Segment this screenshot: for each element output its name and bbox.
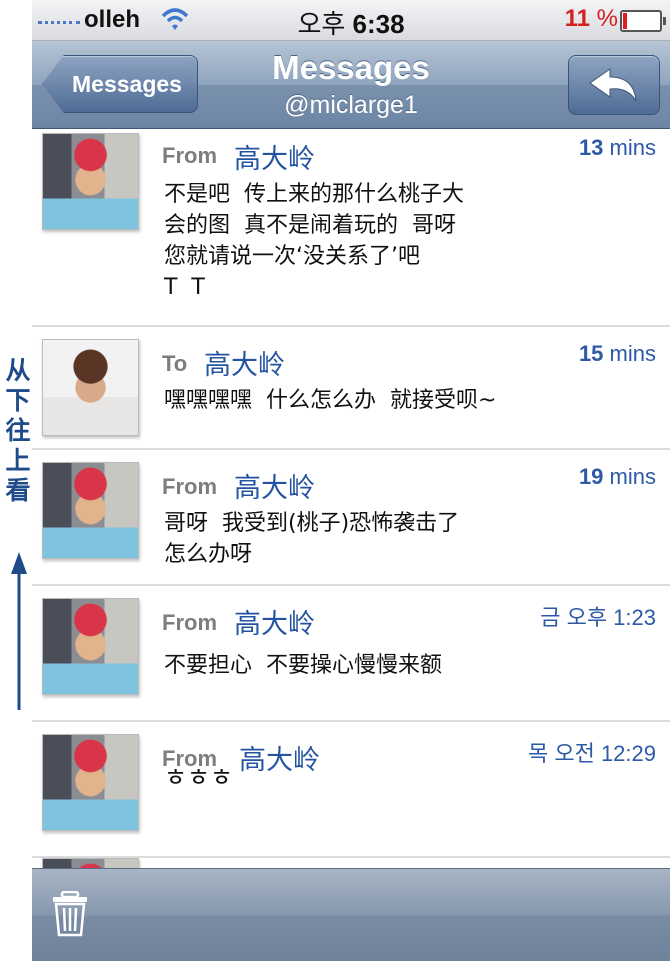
reply-button[interactable] xyxy=(568,55,660,115)
message-time: 목 오전 12:29 xyxy=(528,741,656,766)
battery-number: 11 xyxy=(564,5,590,32)
trash-icon[interactable] xyxy=(50,891,90,937)
message-direction: From xyxy=(162,610,217,635)
avatar xyxy=(42,133,139,230)
contact-name[interactable]: 高大岭 xyxy=(234,466,315,505)
message-row[interactable]: From 高大岭 금 오후 1:23 不要担心 不要操心慢慢来额 xyxy=(32,586,670,722)
message-time: 금 오후 1:23 xyxy=(540,605,656,630)
battery-fill xyxy=(623,13,627,29)
message-direction: To xyxy=(162,351,188,376)
status-bar: olleh 오후 6:38 11 % xyxy=(32,0,670,41)
nav-bar: Messages Messages @miclarge1 xyxy=(32,41,670,129)
annotation-margin: 从 下 往 上 看 xyxy=(0,0,32,960)
battery-icon xyxy=(620,10,666,32)
avatar xyxy=(42,339,139,436)
phone-screen: olleh 오후 6:38 11 % Messages Messages @mi… xyxy=(32,0,670,961)
message-text: ㅎㅎㅎ xyxy=(164,763,234,792)
message-text: 不要担心 不要操心慢慢来额 xyxy=(164,653,442,678)
contact-name[interactable]: 高大岭 xyxy=(234,137,315,176)
message-row[interactable]: From 高大岭 13 mins 不是吧 传上来的那什么桃子大 会的图 真不是闹… xyxy=(32,129,670,327)
message-text: 不是吧 传上来的那什么桃子大 会的图 真不是闹着玩的 哥呀 您就请说一次‘没关系… xyxy=(164,182,464,300)
annotation-char: 上 xyxy=(5,446,31,475)
annotation-char: 下 xyxy=(5,386,31,415)
message-row[interactable]: From 高大岭 19 mins 哥呀 我受到(桃子)恐怖袭击了 怎么办呀 xyxy=(32,450,670,586)
message-row[interactable]: To 高大岭 15 mins 嘿嘿嘿嘿 什么怎么办 就接受呗~ xyxy=(32,327,670,450)
message-time: 15 mins xyxy=(578,341,656,366)
message-time: 19 mins xyxy=(578,464,656,489)
annotation-char: 看 xyxy=(5,476,31,505)
annotation-text: 从 下 往 上 看 xyxy=(2,356,34,506)
contact-name[interactable]: 高大岭 xyxy=(204,343,285,382)
up-arrow-icon xyxy=(11,552,27,710)
avatar xyxy=(42,734,139,831)
bottom-toolbar xyxy=(32,868,670,961)
message-list[interactable]: From 高大岭 13 mins 不是吧 传上来的那什么桃子大 会的图 真不是闹… xyxy=(32,129,670,869)
message-row[interactable]: From 高大岭 목 오전 12:29 ㅎㅎㅎ xyxy=(32,722,670,858)
message-direction: From xyxy=(162,474,217,499)
contact-name[interactable]: 高大岭 xyxy=(234,602,315,641)
message-direction: From xyxy=(162,143,217,168)
avatar xyxy=(42,462,139,559)
annotation-char: 从 xyxy=(5,356,31,385)
message-text: 嘿嘿嘿嘿 什么怎么办 就接受呗~ xyxy=(164,388,497,413)
message-text: 哥呀 我受到(桃子)恐怖袭击了 怎么办呀 xyxy=(164,511,460,567)
reply-arrow-icon xyxy=(589,68,637,102)
avatar xyxy=(42,598,139,695)
battery-unit: % xyxy=(596,5,618,32)
annotation-char: 往 xyxy=(5,416,31,445)
message-time: 13 mins xyxy=(578,135,656,160)
battery-percent: 11 % xyxy=(565,5,618,33)
